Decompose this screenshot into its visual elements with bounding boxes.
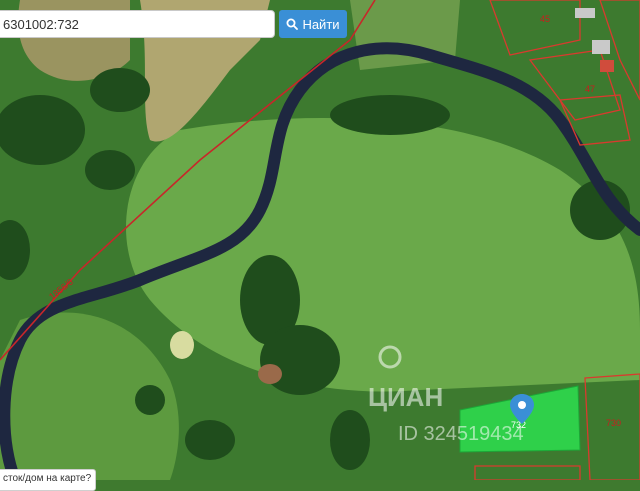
bottom-banner-text: сток/дом на карте? [3,473,92,484]
parcel-label-47[interactable]: 47 [585,84,595,94]
watermark-id: ID 324519434 [398,423,524,445]
satellite-map[interactable]: 1856/6 45 47 730 732 ЦИАН ID 324519434 [0,0,640,480]
search-button[interactable]: Найти [279,10,347,38]
pond-2 [258,364,282,384]
search-icon [286,18,299,30]
search-button-label: Найти [302,16,340,32]
parcel-label-45[interactable]: 45 [540,14,550,24]
pond-1 [170,331,194,359]
watermark-brand: ЦИАН [368,382,443,412]
bottom-banner[interactable]: сток/дом на карте? [0,469,96,491]
search-input[interactable] [0,10,275,38]
parcel-label-730[interactable]: 730 [606,418,621,428]
